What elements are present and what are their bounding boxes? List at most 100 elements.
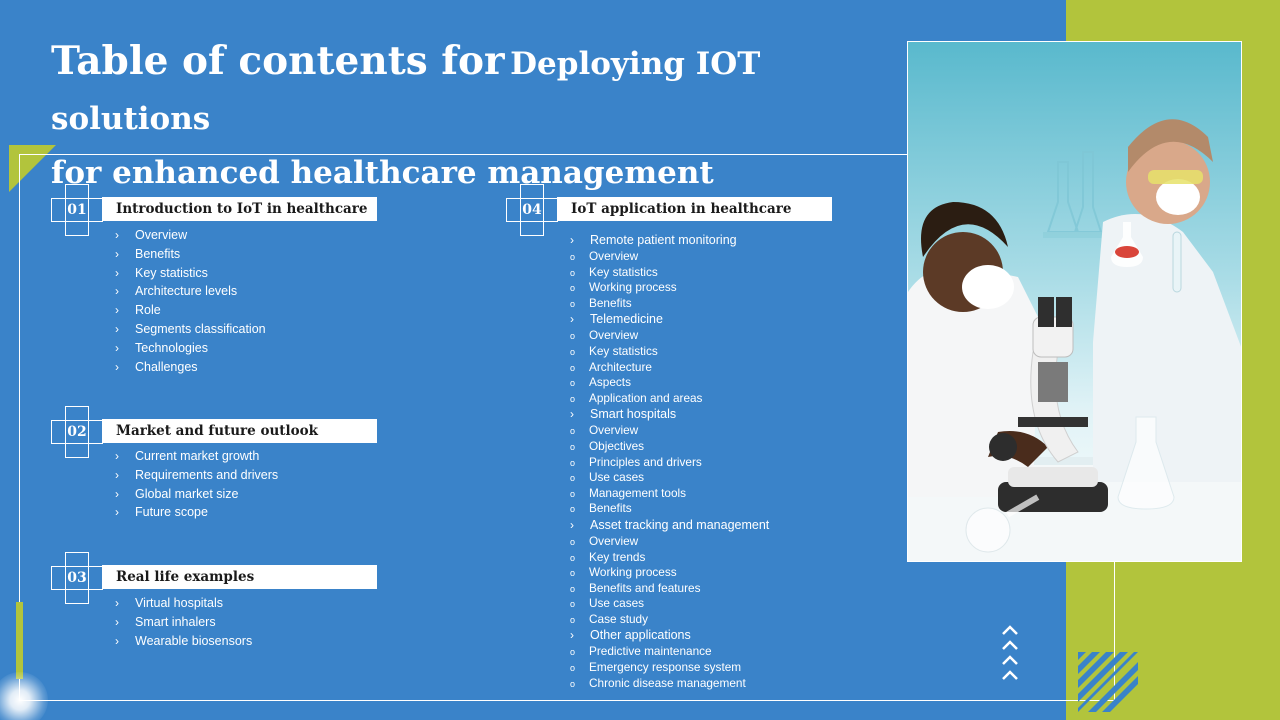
circle-outline-icon: o bbox=[570, 536, 576, 547]
chevron-right-icon: › bbox=[115, 449, 119, 463]
sub-list-item: o Overview bbox=[570, 533, 639, 548]
sub-list-item: o Key trends bbox=[570, 549, 646, 564]
chevron-right-icon: › bbox=[115, 359, 119, 374]
list-item: › Overview bbox=[115, 226, 266, 245]
chevron-right-icon: › bbox=[115, 265, 119, 280]
sub-list-item: o Key statistics bbox=[570, 343, 658, 358]
chevron-up-stack-icon bbox=[1002, 625, 1018, 680]
sub-list-item: o Working process bbox=[570, 280, 677, 295]
sub-list-item: o Overview bbox=[570, 423, 639, 438]
section-groups: › Remote patient monitoring o Overview o Ke… bbox=[570, 232, 769, 691]
circle-outline-icon: o bbox=[570, 599, 576, 610]
title-part-1: Table of contents for bbox=[51, 38, 505, 84]
chevron-right-icon: › bbox=[115, 633, 119, 648]
circle-outline-icon: o bbox=[570, 393, 576, 404]
circle-outline-icon: o bbox=[570, 252, 576, 262]
page-title: Table of contents for Deploying IOT solu… bbox=[51, 36, 911, 197]
chevron-right-icon: › bbox=[115, 340, 119, 355]
sub-list-item: o Management tools bbox=[570, 485, 687, 500]
chevron-right-icon: › bbox=[570, 233, 574, 247]
sub-list: o Predictive maintenance o Emergency respo… bbox=[570, 644, 769, 691]
circle-outline-icon: o bbox=[570, 441, 576, 452]
circle-outline-icon: o bbox=[570, 647, 576, 658]
list-item: › Future scope bbox=[115, 503, 278, 522]
sub-list-item: o Use cases bbox=[570, 470, 645, 485]
list-item: › Segments classification bbox=[115, 320, 266, 339]
lab-photo bbox=[907, 41, 1242, 562]
circle-outline-icon: o bbox=[570, 552, 576, 563]
circle-outline-icon: o bbox=[570, 346, 576, 357]
sub-list-item: o Overview bbox=[570, 328, 639, 343]
section-number-badge: 02 bbox=[51, 406, 103, 458]
section-number: 02 bbox=[67, 424, 87, 440]
frame-line-bottom bbox=[19, 700, 1115, 701]
section-number-badge: 04 bbox=[506, 184, 558, 236]
sub-list-item: o Case study bbox=[570, 611, 649, 626]
list-item: › Benefits bbox=[115, 245, 266, 264]
circle-outline-icon: o bbox=[570, 378, 576, 389]
chevron-right-icon: › bbox=[115, 505, 119, 520]
sub-list-item: o Chronic disease management bbox=[570, 675, 746, 690]
section-heading: IoT application in healthcare bbox=[557, 197, 832, 221]
circle-outline-icon: o bbox=[570, 362, 576, 373]
list-item: › Current market growth bbox=[115, 447, 278, 466]
circle-outline-icon: o bbox=[570, 457, 576, 468]
circle-outline-icon: o bbox=[570, 504, 576, 515]
sub-list: o Overview o Key statistics o Architecture … bbox=[570, 328, 769, 406]
section-heading: Real life examples bbox=[102, 565, 377, 589]
list-item: › Challenges bbox=[115, 358, 266, 377]
light-glow bbox=[0, 672, 48, 720]
circle-outline-icon: o bbox=[570, 488, 576, 499]
lab-scene-illustration bbox=[908, 42, 1241, 561]
list-item: › Virtual hospitals bbox=[115, 594, 252, 613]
list-item: › Global market size bbox=[115, 485, 278, 504]
group-label: › Asset tracking and management bbox=[570, 517, 770, 532]
list-item: › Role bbox=[115, 301, 266, 320]
sub-list: o Overview o Objectives o Principles and dr… bbox=[570, 423, 769, 517]
circle-outline-icon: o bbox=[570, 568, 576, 579]
circle-outline-icon: o bbox=[570, 663, 576, 674]
chevron-right-icon: › bbox=[115, 228, 119, 242]
circle-outline-icon: o bbox=[570, 678, 576, 689]
sub-list: o Overview o Key statistics o Working proce… bbox=[570, 249, 769, 311]
section-number-badge: 03 bbox=[51, 552, 103, 604]
circle-outline-icon: o bbox=[570, 331, 576, 342]
sub-list-item: o Working process bbox=[570, 565, 677, 580]
circle-outline-icon: o bbox=[570, 583, 576, 594]
sub-list-item: o Benefits bbox=[570, 501, 632, 516]
sub-list-item: o Architecture bbox=[570, 359, 652, 374]
chevron-right-icon: › bbox=[115, 486, 119, 501]
chevron-right-icon: › bbox=[570, 312, 574, 327]
sub-list-item: o Application and areas bbox=[570, 390, 703, 405]
list-item: › Key statistics bbox=[115, 264, 266, 283]
title-part-3: for enhanced healthcare management bbox=[51, 155, 714, 191]
circle-outline-icon: o bbox=[570, 614, 576, 625]
sub-list-item: o Emergency response system bbox=[570, 660, 742, 675]
chevron-right-icon: › bbox=[115, 284, 119, 299]
chevron-right-icon: › bbox=[570, 628, 574, 643]
section-number: 03 bbox=[67, 570, 87, 586]
list-item: › Wearable biosensors bbox=[115, 632, 252, 651]
group-label: › Other applications bbox=[570, 628, 691, 643]
sub-list-item: o Principles and drivers bbox=[570, 454, 702, 469]
list-item: › Architecture levels bbox=[115, 282, 266, 301]
sub-list-item: o Use cases bbox=[570, 596, 645, 611]
group-label: › Smart hospitals bbox=[570, 407, 677, 422]
chevron-right-icon: › bbox=[115, 246, 119, 261]
sub-list-item: o Objectives bbox=[570, 438, 645, 453]
sub-list-item: o Benefits and features bbox=[570, 580, 701, 595]
circle-outline-icon: o bbox=[570, 298, 576, 309]
chevron-right-icon: › bbox=[115, 467, 119, 482]
chevron-right-icon: › bbox=[115, 303, 119, 318]
sub-list-item: o Key statistics bbox=[570, 264, 658, 279]
group-label: › Remote patient monitoring bbox=[570, 233, 737, 247]
diagonal-stripes-icon bbox=[1078, 652, 1138, 712]
chevron-right-icon: › bbox=[115, 596, 119, 610]
sub-list-item: o Benefits bbox=[570, 295, 632, 310]
green-corner-triangle bbox=[9, 145, 56, 192]
group-label: › Telemedicine bbox=[570, 312, 663, 327]
section-heading: Introduction to IoT in healthcare bbox=[102, 197, 377, 221]
section-items: › Current market growth › Requirements and… bbox=[115, 447, 278, 522]
list-item: › Smart inhalers bbox=[115, 613, 252, 632]
chevron-right-icon: › bbox=[115, 321, 119, 336]
